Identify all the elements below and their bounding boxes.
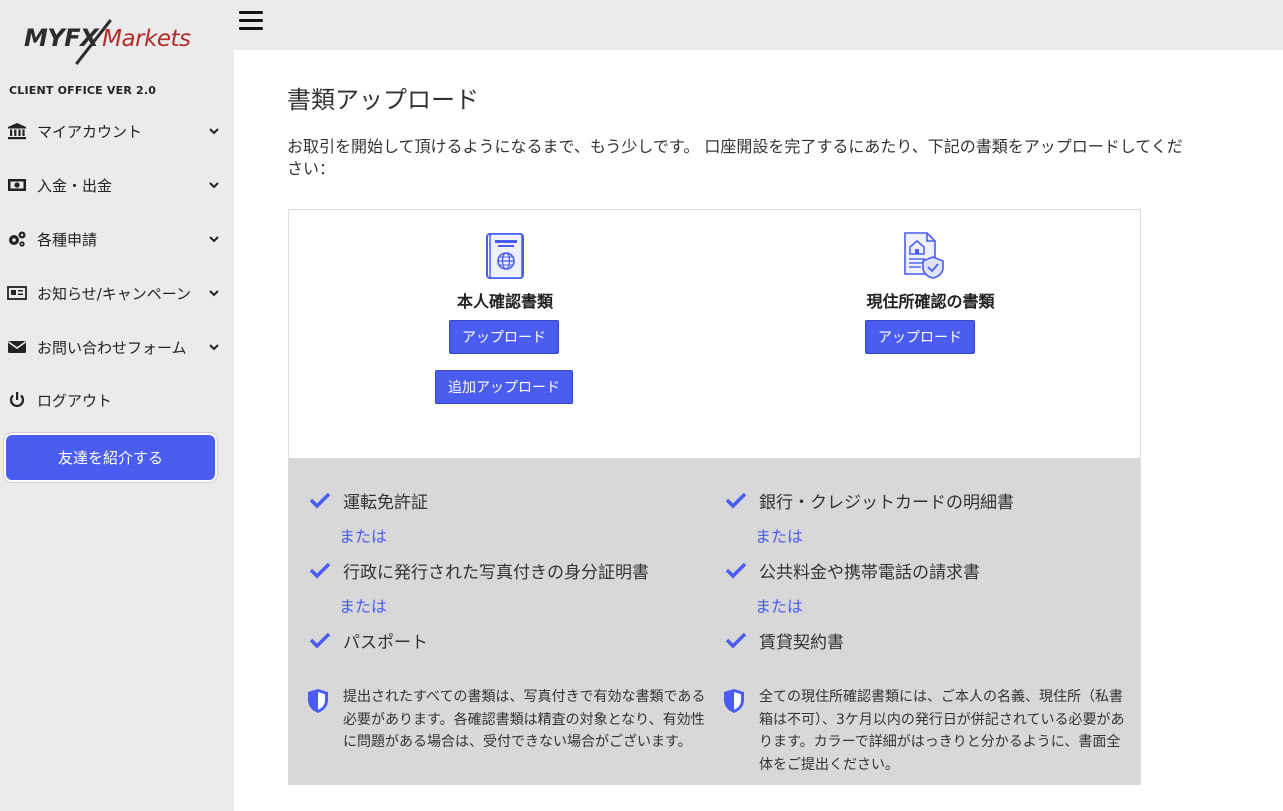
logo-text: MYFX Markets [24,24,191,52]
or-separator: または [339,527,388,546]
upload-card: 本人確認書類 アップロード 追加アップロード 現住所確認の書類 アップロード 運… [288,209,1141,785]
list-item-text: 賃貸契約書 [759,632,844,653]
chevron-down-icon [209,290,219,297]
or-separator: または [339,597,388,616]
sidebar-nav: マイアカウント 入金・出金 各種申請 お知らせ/キャンペーン お問い合わせフォー… [0,104,234,426]
sidebar-item-label: ログアウト [37,391,113,410]
checkmark-icon [309,562,331,579]
logo-secondary: Markets [102,26,191,52]
address-document-icon [904,232,944,279]
refer-friend-button[interactable]: 友達を紹介する [4,433,217,482]
power-icon [7,391,27,409]
address-note-text: 全ての現住所確認書類には、ご本人の名義、現住所（私書箱は不可）、3ケ月以内の発行… [759,689,1125,773]
address-upload-button[interactable]: アップロード [865,320,975,354]
list-item: 行政に発行された写真付きの身分証明書 [309,550,709,590]
sidebar-item-label: 各種申請 [37,230,98,249]
bank-icon [7,122,27,140]
address-heading: 現住所確認の書類 [866,292,995,311]
page-title: 書類アップロード [287,86,479,114]
sidebar-item-label: マイアカウント [37,122,143,141]
sidebar-item-label: お知らせ/キャンペーン [37,284,192,303]
intro-text: お取引を開始して頂けるようになるまで、もう少しです。 口座開設を完了するにあたり… [287,137,1183,178]
checkmark-icon [725,562,747,579]
or-separator: または [755,527,804,546]
checkmark-icon [309,632,331,649]
sidebar-item-contact-form[interactable]: お問い合わせフォーム [0,320,234,374]
envelope-icon [7,338,27,356]
chevron-down-icon [209,128,219,135]
identity-document-list: 運転免許証 または 行政に発行された写真付きの身分証明書 または パスポート [309,480,709,660]
client-office-version: CLIENT OFFICE VER 2.0 [9,84,157,97]
sidebar-item-my-account[interactable]: マイアカウント [0,104,234,158]
sidebar: MYFX Markets CLIENT OFFICE VER 2.0 マイアカウン… [0,0,234,811]
sidebar-item-deposit-withdraw[interactable]: 入金・出金 [0,158,234,212]
sidebar-item-logout[interactable]: ログアウト [0,374,234,426]
accepted-documents-panel: 運転免許証 または 行政に発行された写真付きの身分証明書 または パスポート 銀… [289,458,1140,784]
sidebar-item-label: お問い合わせフォーム [37,338,187,357]
list-item: 公共料金や携帯電話の請求書 [725,550,1125,590]
gears-icon [7,230,27,248]
checkmark-icon [725,492,747,509]
identity-section: 本人確認書類 アップロード 追加アップロード [289,210,719,458]
top-bar [234,0,1283,50]
money-icon [7,176,27,194]
main-content: 書類アップロード お取引を開始して頂けるようになるまで、もう少しです。 口座開設… [234,50,1283,811]
sidebar-item-label: 入金・出金 [37,176,113,195]
identity-upload-button[interactable]: アップロード [449,320,559,354]
chevron-down-icon [209,182,219,189]
list-item: 賃貸契約書 [725,620,1125,660]
identity-note-text: 提出されたすべての書類は、写真付きで有効な書類である必要があります。各確認書類は… [343,689,706,750]
checkmark-icon [725,632,747,649]
chevron-down-icon [209,236,219,243]
upload-panel: 本人確認書類 アップロード 追加アップロード 現住所確認の書類 アップロード [289,210,1140,458]
sidebar-item-news-campaign[interactable]: お知らせ/キャンペーン [0,266,234,320]
list-item-text: 行政に発行された写真付きの身分証明書 [343,562,649,583]
chevron-down-icon [209,344,219,351]
shield-icon [308,689,328,713]
list-item-text: 運転免許証 [343,492,428,513]
newspaper-icon [7,284,27,302]
identity-heading: 本人確認書類 [456,292,553,311]
checkmark-icon [309,492,331,509]
list-item-text: 銀行・クレジットカードの明細書 [759,492,1014,513]
address-document-list: 銀行・クレジットカードの明細書 または 公共料金や携帯電話の請求書 または 賃貸… [725,480,1125,660]
list-item-text: パスポート [343,632,428,653]
identity-additional-upload-button[interactable]: 追加アップロード [435,370,573,404]
sidebar-item-applications[interactable]: 各種申請 [0,212,234,266]
list-item: 銀行・クレジットカードの明細書 [725,480,1125,520]
list-item: パスポート [309,620,709,660]
brand-logo[interactable]: MYFX Markets [22,14,212,66]
or-separator: または [755,597,804,616]
list-item-text: 公共料金や携帯電話の請求書 [759,562,980,583]
list-item: 運転免許証 [309,480,709,520]
logo-primary: MYFX [24,24,99,52]
address-section: 現住所確認の書類 アップロード [719,210,1140,458]
passport-icon [486,233,524,279]
hamburger-icon[interactable] [239,11,263,33]
shield-icon [724,689,744,713]
